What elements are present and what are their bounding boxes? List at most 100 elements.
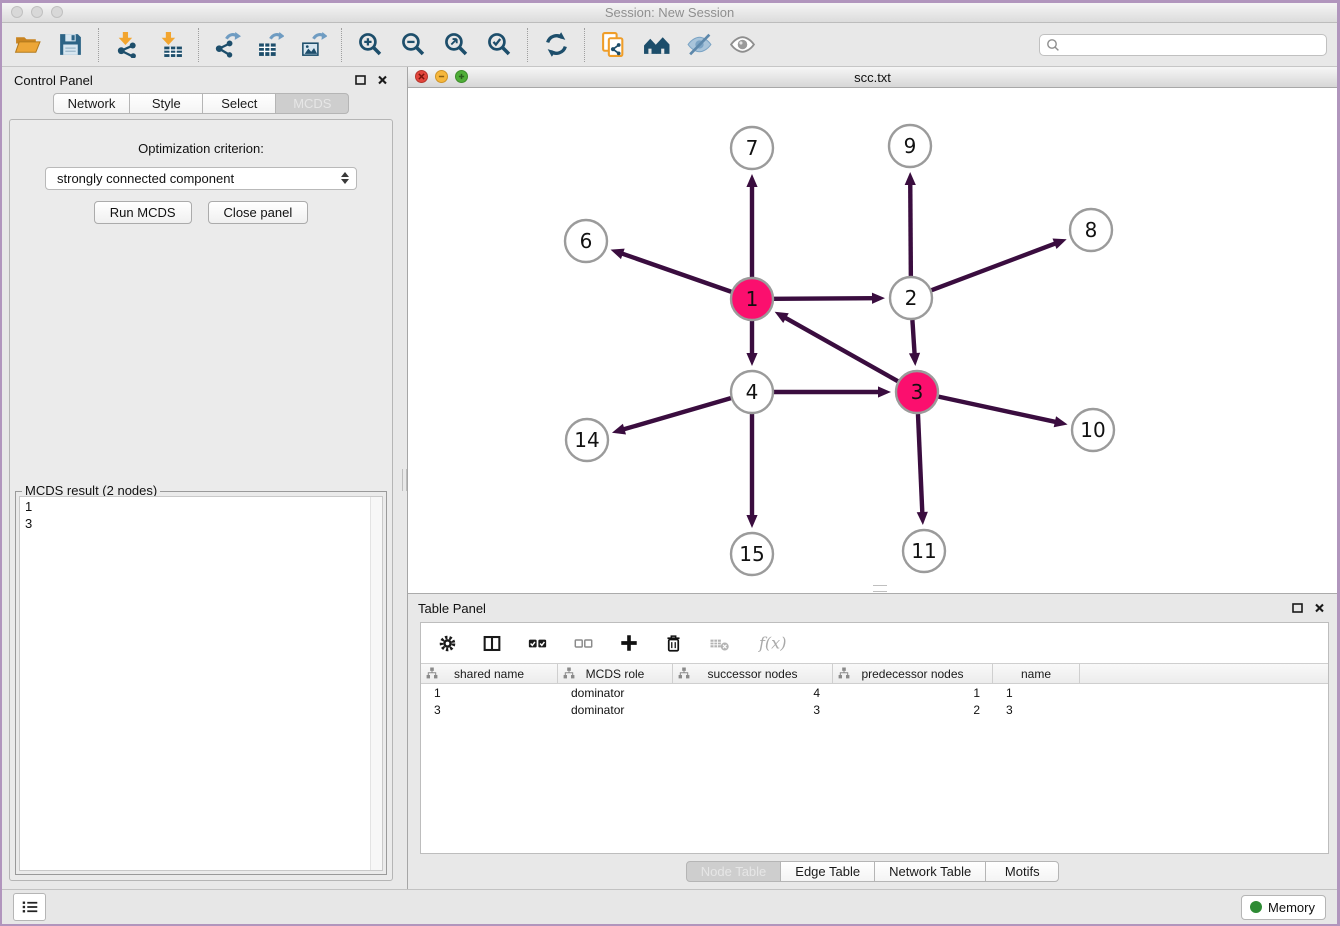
node-7[interactable]: 7 [731,127,773,169]
main-area: Control Panel NetworkStyleSelectMCDS Opt… [2,67,1337,889]
cell-mcds-role: dominator [558,686,673,700]
zoom-out-button[interactable] [398,29,428,61]
duplicate-network-button[interactable] [598,29,628,61]
table-settings-button[interactable] [438,634,457,653]
edge-2-8[interactable] [932,243,1057,290]
save-session-button[interactable] [55,29,85,61]
edge-3-1[interactable] [784,317,898,381]
tab-network[interactable]: Network [53,93,131,114]
search-input[interactable] [1039,34,1327,56]
edge-3-11[interactable] [918,414,922,514]
task-history-button[interactable] [13,893,46,921]
node-4[interactable]: 4 [731,371,773,413]
zoom-network-button[interactable] [455,70,468,83]
import-table-button[interactable] [155,29,185,61]
delete-column-button[interactable] [664,633,683,653]
result-scrollbar[interactable] [370,497,382,870]
column-label: shared name [454,667,524,681]
edge-2-3[interactable] [912,320,914,355]
table-row[interactable]: 1dominator411 [421,684,1328,701]
node-14[interactable]: 14 [566,419,608,461]
canvas-resize-handle[interactable] [873,585,887,592]
column-header-mcds-role[interactable]: MCDS role [558,664,673,683]
edge-arrowhead [917,512,928,525]
column-tree-icon [426,667,438,679]
edge-1-6[interactable] [621,253,731,292]
tab-motifs[interactable]: Motifs [985,861,1059,882]
show-all-button[interactable] [727,29,757,61]
run-mcds-button[interactable]: Run MCDS [94,201,192,224]
tab-style[interactable]: Style [129,93,203,114]
node-3[interactable]: 3 [896,371,938,413]
minimize-window-button[interactable] [31,6,43,18]
close-network-button[interactable] [415,70,428,83]
column-label: name [1021,667,1051,681]
table-row[interactable]: 3dominator323 [421,701,1328,718]
select-all-columns-button[interactable] [527,634,548,653]
minimize-network-button[interactable] [435,70,448,83]
tab-mcds[interactable]: MCDS [275,93,349,114]
network-title: scc.txt [854,70,891,85]
application-window: Session: New Session Control Panel Netwo… [2,3,1337,924]
first-neighbors-button[interactable] [641,29,671,61]
zoom-selected-button[interactable] [484,29,514,61]
node-9[interactable]: 9 [889,125,931,167]
function-builder-button: f(x) [757,632,789,654]
node-10[interactable]: 10 [1072,409,1114,451]
zoom-fit-button[interactable] [441,29,471,61]
edge-arrowhead [746,515,757,528]
node-table-container: f(x) shared name MCDS rolesuccessor nodes… [420,622,1329,854]
float-table-panel-icon[interactable] [1292,601,1303,616]
export-table-button[interactable] [255,29,285,61]
network-view-window: scc.txt 7 9 6 8 1 2 4 3 14 10 15 11 [408,67,1337,593]
node-6[interactable]: 6 [565,220,607,262]
import-network-button[interactable] [112,29,142,61]
edge-3-10[interactable] [939,397,1057,423]
column-header-name[interactable]: name [993,664,1080,683]
hide-selected-button[interactable] [684,29,714,61]
window-controls [11,6,63,18]
node-2[interactable]: 2 [890,277,932,319]
node-label: 3 [911,380,924,404]
mcds-result-area[interactable]: 1 3 [19,496,383,871]
edge-arrowhead [1053,239,1067,249]
tab-edge-table[interactable]: Edge Table [780,861,875,882]
vertical-splitter[interactable] [400,67,407,889]
column-header-successor-nodes[interactable]: successor nodes [673,664,833,683]
toolbar-separator [527,28,529,62]
unselect-all-columns-button[interactable] [573,634,594,653]
open-session-button[interactable] [12,29,42,61]
session-title: Session: New Session [605,5,734,20]
criterion-select[interactable]: strongly connected component [45,167,357,190]
column-header-shared-name[interactable]: shared name [421,664,558,683]
refresh-view-button[interactable] [541,29,571,61]
edge-2-9[interactable] [910,183,911,276]
close-panel-icon[interactable] [377,73,388,88]
column-tree-icon [678,667,690,679]
zoom-window-button[interactable] [51,6,63,18]
table-settings-icon [438,634,457,653]
tab-network-table[interactable]: Network Table [874,861,986,882]
add-column-button[interactable] [619,633,639,653]
close-table-panel-icon[interactable] [1314,601,1325,616]
edge-1-2[interactable] [774,298,874,299]
node-11[interactable]: 11 [903,530,945,572]
first-neighbors-icon [643,31,670,58]
node-label: 4 [746,380,759,404]
tab-node-table[interactable]: Node Table [686,861,782,882]
column-header-predecessor-nodes[interactable]: predecessor nodes [833,664,993,683]
close-window-button[interactable] [11,6,23,18]
node-8[interactable]: 8 [1070,209,1112,251]
memory-button[interactable]: Memory [1241,895,1326,920]
export-image-button[interactable] [298,29,328,61]
split-panel-button[interactable] [482,634,502,653]
float-panel-icon[interactable] [355,73,366,88]
node-1[interactable]: 1 [731,278,773,320]
network-canvas[interactable]: 7 9 6 8 1 2 4 3 14 10 15 11 [408,88,1337,593]
edge-4-14[interactable] [623,398,731,430]
export-network-button[interactable] [212,29,242,61]
close-panel-button[interactable]: Close panel [208,201,309,224]
zoom-in-button[interactable] [355,29,385,61]
node-15[interactable]: 15 [731,533,773,575]
tab-select[interactable]: Select [202,93,276,114]
